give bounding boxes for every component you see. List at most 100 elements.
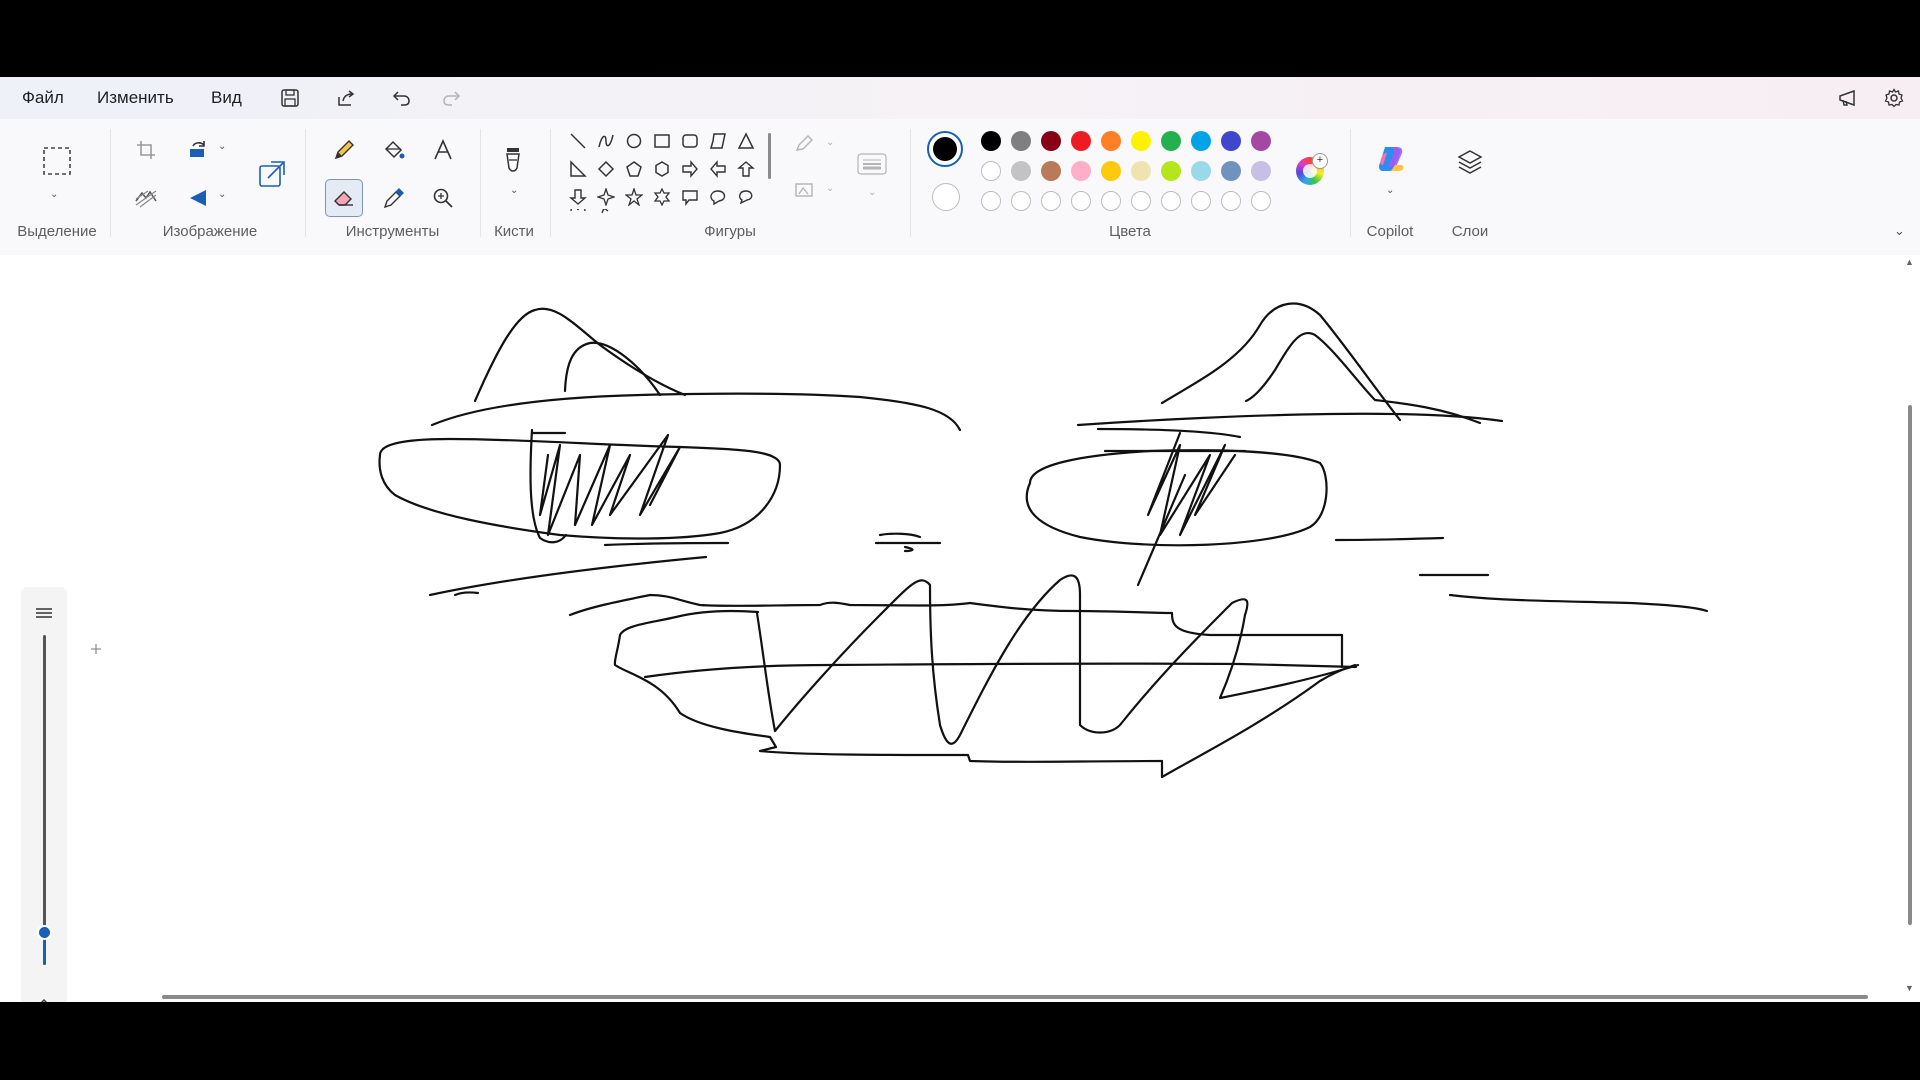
zoom-slider-thumb[interactable] xyxy=(37,925,52,940)
color-swatch[interactable] xyxy=(1221,131,1241,151)
fill-dropdown-chevron-icon[interactable]: ⌄ xyxy=(826,183,834,194)
horizontal-scrollbar[interactable] xyxy=(0,992,1900,1002)
shape-pentagon[interactable] xyxy=(622,157,646,181)
custom-color-slot[interactable] xyxy=(1071,191,1091,211)
primary-color-button[interactable] xyxy=(927,131,963,167)
shape-oval-callout[interactable] xyxy=(706,185,730,209)
custom-color-slot[interactable] xyxy=(1131,191,1151,211)
secondary-color-button[interactable] xyxy=(932,183,960,211)
shape-fill-button[interactable] xyxy=(790,175,820,205)
outline-dropdown-chevron-icon[interactable]: ⌄ xyxy=(826,137,834,148)
shape-up-arrow[interactable] xyxy=(734,157,758,181)
color-swatch[interactable] xyxy=(1041,161,1061,181)
shape-triangle[interactable] xyxy=(734,129,758,153)
shape-line[interactable] xyxy=(566,129,590,153)
color-picker-tool[interactable] xyxy=(375,179,413,217)
shape-rounded-rectangle[interactable] xyxy=(678,129,702,153)
stroke-size-button[interactable] xyxy=(853,149,891,179)
background-removal-button[interactable] xyxy=(127,179,165,217)
color-swatch[interactable] xyxy=(1011,131,1031,151)
shape-heart[interactable] xyxy=(566,209,590,219)
color-swatch[interactable] xyxy=(1191,161,1211,181)
share-button[interactable] xyxy=(330,82,362,114)
select-button[interactable] xyxy=(37,141,77,181)
color-swatch[interactable] xyxy=(981,161,1001,181)
shape-down-arrow[interactable] xyxy=(566,185,590,209)
shapes-gallery-scrollbar[interactable] xyxy=(768,133,771,179)
color-swatch[interactable] xyxy=(1131,161,1151,181)
custom-color-slot[interactable] xyxy=(981,191,1001,211)
settings-button[interactable] xyxy=(1878,82,1910,114)
layers-button[interactable] xyxy=(1451,143,1489,181)
color-swatch[interactable] xyxy=(981,131,1001,151)
color-swatch[interactable] xyxy=(1011,161,1031,181)
undo-button[interactable] xyxy=(386,82,418,114)
shape-diamond[interactable] xyxy=(594,157,618,181)
brushes-button[interactable] xyxy=(494,141,532,179)
color-swatch[interactable] xyxy=(1251,161,1271,181)
brushes-dropdown-chevron-icon[interactable]: ⌄ xyxy=(510,185,518,196)
horizontal-scroll-thumb[interactable] xyxy=(162,995,1868,999)
pencil-tool[interactable] xyxy=(325,131,363,169)
shape-lightning[interactable] xyxy=(594,209,618,219)
color-swatch[interactable] xyxy=(1041,131,1061,151)
save-button[interactable] xyxy=(274,82,306,114)
menu-view[interactable]: Вид xyxy=(205,85,248,111)
copilot-button[interactable] xyxy=(1371,139,1411,179)
color-swatch[interactable] xyxy=(1191,131,1211,151)
color-swatch[interactable] xyxy=(1101,131,1121,151)
menu-edit[interactable]: Изменить xyxy=(91,85,180,111)
color-swatch[interactable] xyxy=(1131,131,1151,151)
vertical-scroll-thumb[interactable] xyxy=(1908,405,1912,925)
color-swatch[interactable] xyxy=(1161,131,1181,151)
custom-color-slot[interactable] xyxy=(1011,191,1031,211)
shape-six-point-star[interactable] xyxy=(650,185,674,209)
stroke-size-dropdown-chevron-icon[interactable]: ⌄ xyxy=(868,187,876,198)
rotate-button[interactable] xyxy=(180,131,218,169)
shape-hexagon[interactable] xyxy=(650,157,674,181)
copilot-dropdown-chevron-icon[interactable]: ⌄ xyxy=(1386,185,1394,196)
collapse-ribbon-chevron-icon[interactable]: ⌄ xyxy=(1894,223,1905,239)
custom-color-slot[interactable] xyxy=(1221,191,1241,211)
canvas-area[interactable]: ▲ ▼ xyxy=(0,255,1920,1002)
shape-polygon[interactable] xyxy=(706,129,730,153)
custom-color-slot[interactable] xyxy=(1041,191,1061,211)
eraser-tool[interactable] xyxy=(325,179,363,217)
zoom-fit-button[interactable] xyxy=(34,605,54,626)
flip-button[interactable] xyxy=(180,179,218,217)
shape-cloud-callout[interactable] xyxy=(734,185,758,209)
magnifier-tool[interactable] xyxy=(424,179,462,217)
resize-button[interactable] xyxy=(253,155,291,193)
custom-color-slot[interactable] xyxy=(1101,191,1121,211)
shape-rect-callout[interactable] xyxy=(678,185,702,209)
menu-file[interactable]: Файл xyxy=(16,85,70,111)
shape-four-point-star[interactable] xyxy=(594,185,618,209)
text-tool[interactable] xyxy=(424,131,462,169)
zoom-slider-track[interactable] xyxy=(43,635,46,965)
edit-colors-button[interactable]: + xyxy=(1296,153,1328,185)
shape-right-triangle[interactable] xyxy=(566,157,590,181)
shape-oval[interactable] xyxy=(622,129,646,153)
scroll-up-arrow-icon[interactable]: ▲ xyxy=(1905,257,1914,267)
color-swatch[interactable] xyxy=(1101,161,1121,181)
color-swatch[interactable] xyxy=(1251,131,1271,151)
drawing-canvas[interactable] xyxy=(0,255,1900,992)
color-swatch[interactable] xyxy=(1071,131,1091,151)
color-swatch[interactable] xyxy=(1221,161,1241,181)
scroll-down-arrow-icon[interactable]: ▼ xyxy=(1905,983,1914,993)
custom-color-slot[interactable] xyxy=(1251,191,1271,211)
select-dropdown-chevron-icon[interactable]: ⌄ xyxy=(50,189,58,200)
color-swatch[interactable] xyxy=(1071,161,1091,181)
shape-rectangle[interactable] xyxy=(650,129,674,153)
redo-button[interactable] xyxy=(435,82,467,114)
fill-tool[interactable] xyxy=(375,131,413,169)
flip-dropdown-chevron-icon[interactable]: ⌄ xyxy=(218,189,226,200)
custom-color-slot[interactable] xyxy=(1161,191,1181,211)
shape-right-arrow[interactable] xyxy=(678,157,702,181)
vertical-scrollbar[interactable]: ▲ ▼ xyxy=(1900,255,1920,1002)
shape-five-point-star[interactable] xyxy=(622,185,646,209)
shape-outline-button[interactable] xyxy=(790,129,820,159)
shape-left-arrow[interactable] xyxy=(706,157,730,181)
whats-new-button[interactable] xyxy=(1833,82,1865,114)
custom-color-slot[interactable] xyxy=(1191,191,1211,211)
